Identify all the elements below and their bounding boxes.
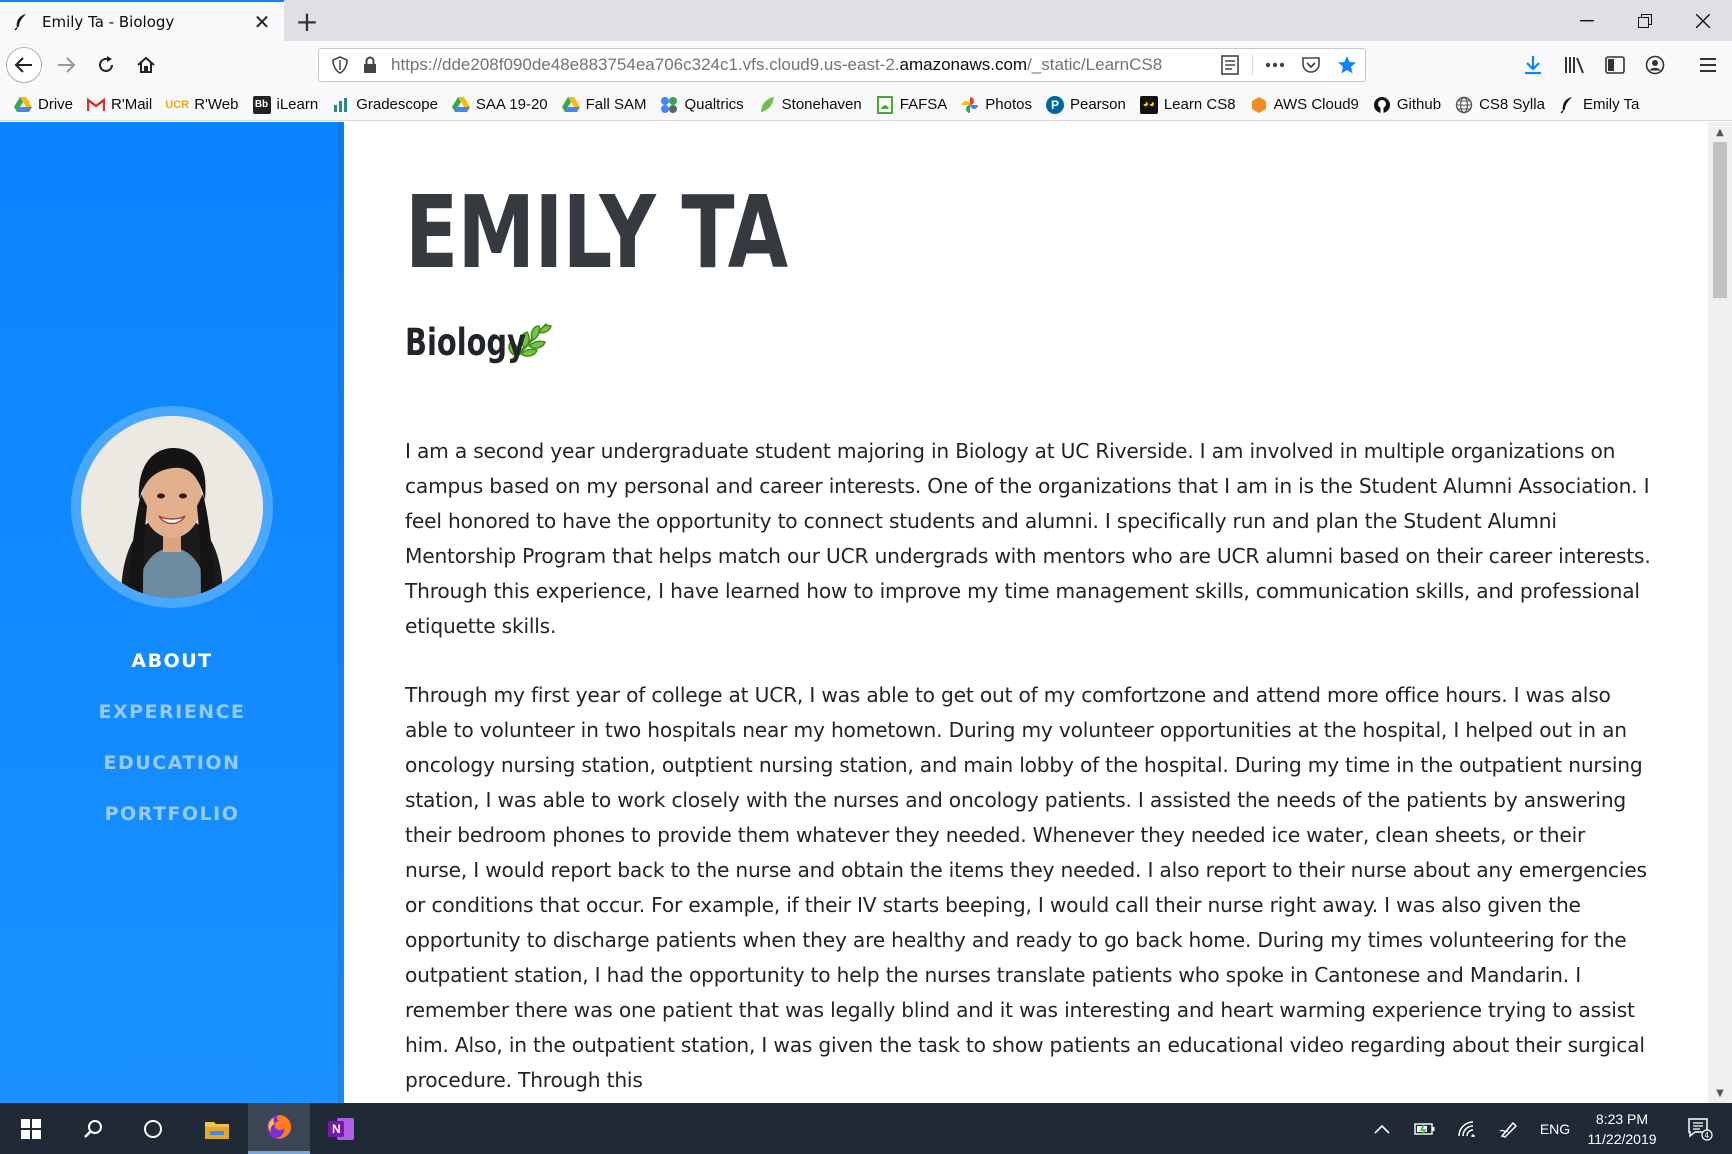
battery-icon[interactable] bbox=[1410, 1103, 1440, 1154]
reader-view-icon[interactable] bbox=[1212, 49, 1248, 81]
bookmark-saa[interactable]: SAA 19-20 bbox=[451, 96, 548, 114]
lock-icon[interactable] bbox=[355, 50, 385, 80]
feather-icon bbox=[12, 12, 32, 32]
section-nav: ABOUT EXPERIENCE EDUCATION PORTFOLIO bbox=[0, 636, 344, 840]
wifi-icon[interactable] bbox=[1452, 1103, 1482, 1154]
feather-icon bbox=[1559, 96, 1577, 114]
profile-photo bbox=[81, 416, 263, 598]
action-center-icon[interactable]: 4 bbox=[1680, 1103, 1720, 1154]
about-paragraph-2: Through my first year of college at UCR,… bbox=[405, 683, 1647, 1092]
tab-close-icon[interactable]: ✕ bbox=[248, 8, 276, 36]
page-viewport: ABOUT EXPERIENCE EDUCATION PORTFOLIO EMI… bbox=[0, 122, 1732, 1103]
bookmark-fafsa[interactable]: FAFSA bbox=[876, 95, 947, 114]
sidebar: ABOUT EXPERIENCE EDUCATION PORTFOLIO bbox=[0, 122, 344, 1103]
about-paragraph-1: I am a second year undergraduate student… bbox=[405, 439, 1651, 638]
nav-experience[interactable]: EXPERIENCE bbox=[0, 687, 344, 738]
reload-button[interactable] bbox=[88, 47, 124, 83]
input-language[interactable]: ENG bbox=[1535, 1103, 1575, 1154]
nav-about[interactable]: ABOUT bbox=[0, 636, 344, 687]
back-button[interactable] bbox=[6, 47, 42, 83]
fafsa-icon bbox=[876, 95, 894, 114]
forward-button[interactable] bbox=[48, 47, 84, 83]
firefox-icon[interactable] bbox=[248, 1103, 310, 1154]
bookmark-pearson[interactable]: P Pearson bbox=[1045, 95, 1126, 114]
bookmarks-toolbar: Drive R'Mail UCR R'Web Bb iLearn Gradesc… bbox=[0, 89, 1732, 121]
show-hidden-icons-icon[interactable] bbox=[1368, 1103, 1396, 1154]
google-drive-icon bbox=[14, 96, 32, 114]
leaf-icon bbox=[758, 96, 776, 114]
page-title: EMILY TA bbox=[405, 174, 788, 291]
avatar bbox=[71, 406, 273, 608]
google-drive-icon bbox=[561, 96, 580, 114]
bookmark-drive[interactable]: Drive bbox=[14, 96, 73, 114]
subtitle: Biology bbox=[405, 318, 553, 366]
bookmark-github[interactable]: Github bbox=[1373, 96, 1441, 114]
bookmark-ilearn[interactable]: Bb iLearn bbox=[252, 95, 318, 114]
bookmark-cs8-sylla[interactable]: CS8 Sylla bbox=[1455, 96, 1545, 114]
pearson-icon: P bbox=[1045, 95, 1064, 114]
tab-strip: Emily Ta - Biology ✕ + bbox=[0, 0, 1732, 41]
navigation-toolbar: https://dde208f090de48e883754ea706c324c1… bbox=[0, 41, 1732, 89]
google-photos-icon bbox=[961, 96, 979, 114]
file-explorer-icon[interactable] bbox=[186, 1103, 248, 1154]
page-actions-icon[interactable] bbox=[1257, 49, 1293, 81]
scroll-up-icon[interactable]: ▲ bbox=[1708, 122, 1732, 142]
search-icon[interactable] bbox=[62, 1103, 124, 1154]
qualtrics-icon bbox=[660, 96, 678, 114]
bookmark-qualtrics[interactable]: Qualtrics bbox=[660, 96, 744, 114]
bookmark-emily-ta[interactable]: Emily Ta bbox=[1559, 96, 1639, 114]
bookmark-gradescope[interactable]: Gradescope bbox=[332, 96, 438, 114]
sidebar-divider bbox=[338, 122, 348, 1103]
bookmark-stonehaven[interactable]: Stonehaven bbox=[758, 96, 862, 114]
aws-cloud9-icon bbox=[1250, 96, 1268, 114]
bookmark-learn-cs8[interactable]: ◕◕ Learn CS8 bbox=[1139, 95, 1236, 114]
url-bar[interactable]: https://dde208f090de48e883754ea706c324c1… bbox=[318, 48, 1366, 82]
onenote-icon[interactable]: N bbox=[310, 1103, 372, 1154]
tab-title: Emily Ta - Biology bbox=[42, 12, 175, 31]
account-icon[interactable] bbox=[1637, 47, 1673, 83]
blackboard-icon: Bb bbox=[252, 95, 271, 114]
tab-emily-ta[interactable]: Emily Ta - Biology ✕ bbox=[0, 0, 284, 41]
pocket-icon[interactable] bbox=[1293, 49, 1329, 81]
notification-count: 4 bbox=[1705, 1131, 1710, 1140]
globe-icon bbox=[1455, 96, 1473, 114]
github-icon bbox=[1373, 96, 1391, 114]
restore-icon[interactable] bbox=[1616, 0, 1674, 41]
svg-text:N: N bbox=[332, 1122, 341, 1136]
sidebar-toggle-icon[interactable] bbox=[1597, 47, 1633, 83]
bookmark-photos[interactable]: Photos bbox=[961, 96, 1032, 114]
google-drive-icon bbox=[451, 96, 470, 114]
downloads-icon[interactable] bbox=[1515, 47, 1551, 83]
subtitle-text: Biology bbox=[405, 320, 526, 364]
bookmark-star-icon[interactable] bbox=[1329, 49, 1365, 81]
gmail-icon bbox=[87, 96, 106, 114]
minimize-icon[interactable] bbox=[1558, 0, 1616, 41]
taskbar-clock[interactable]: 8:23 PM 11/22/2019 bbox=[1572, 1109, 1672, 1149]
bookmark-fall-sam[interactable]: Fall SAM bbox=[561, 96, 646, 114]
pen-ink-icon[interactable] bbox=[1494, 1103, 1524, 1154]
bookmark-aws-cloud9[interactable]: AWS Cloud9 bbox=[1250, 96, 1359, 114]
menu-icon[interactable] bbox=[1690, 47, 1726, 83]
bookmark-rweb[interactable]: UCR R'Web bbox=[165, 96, 238, 114]
close-window-icon[interactable] bbox=[1674, 0, 1732, 41]
home-button[interactable] bbox=[128, 47, 164, 83]
ucr-icon: UCR bbox=[165, 98, 190, 111]
page-scrollbar[interactable]: ▲ ▼ bbox=[1708, 122, 1732, 1103]
library-icon[interactable] bbox=[1557, 47, 1593, 83]
windows-start-icon[interactable] bbox=[0, 1103, 62, 1154]
windows-taskbar: N ENG 8:23 PM 11/22/2019 4 bbox=[0, 1103, 1732, 1154]
url-text[interactable]: https://dde208f090de48e883754ea706c324c1… bbox=[391, 55, 1183, 75]
gradescope-icon bbox=[332, 96, 350, 114]
shield-icon[interactable] bbox=[325, 50, 355, 80]
new-tab-button[interactable]: + bbox=[290, 4, 324, 38]
cortana-icon[interactable] bbox=[122, 1103, 184, 1154]
clock-time: 8:23 PM bbox=[1595, 1111, 1649, 1127]
nav-education[interactable]: EDUCATION bbox=[0, 738, 344, 789]
learncs8-icon: ◕◕ bbox=[1139, 95, 1158, 114]
bookmark-rmail[interactable]: R'Mail bbox=[87, 96, 152, 114]
nav-portfolio[interactable]: PORTFOLIO bbox=[0, 789, 344, 840]
clock-date: 11/22/2019 bbox=[1587, 1131, 1657, 1147]
scroll-down-icon[interactable]: ▼ bbox=[1708, 1083, 1732, 1103]
scrollbar-thumb[interactable] bbox=[1713, 142, 1727, 298]
